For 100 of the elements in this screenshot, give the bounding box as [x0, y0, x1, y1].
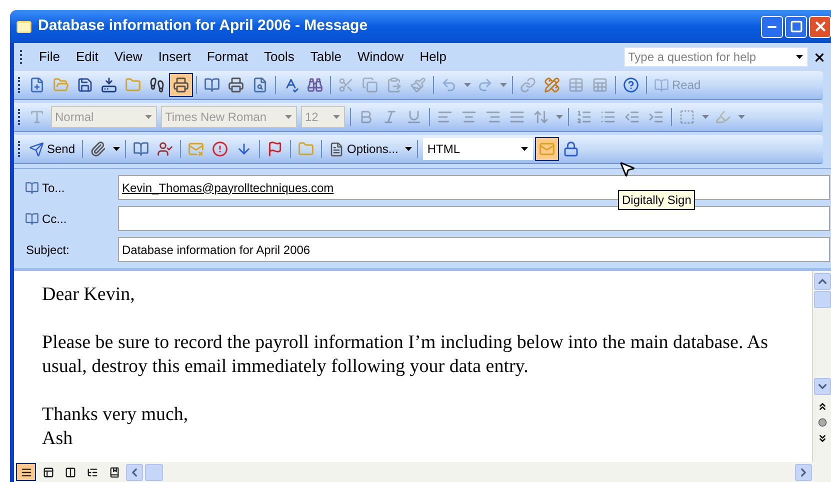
menu-item[interactable]: Format — [198, 47, 256, 67]
menu-item[interactable]: Insert — [150, 47, 199, 67]
scroll-left-button[interactable] — [126, 464, 143, 480]
decrease-indent-icon — [624, 109, 640, 125]
dropdown-field[interactable]: HTML — [423, 138, 534, 160]
close-icon[interactable] — [813, 50, 826, 64]
field-label: Subject: — [25, 242, 70, 256]
styles-icon — [29, 109, 45, 125]
research-icon — [307, 77, 323, 93]
highlight-icon — [715, 109, 731, 125]
dropdown-arrow-icon — [404, 147, 412, 151]
browse-object-icon[interactable] — [818, 418, 826, 427]
options-icon — [329, 142, 344, 156]
menu-item[interactable]: Help — [412, 47, 454, 67]
spreadsheet-icon — [592, 77, 608, 93]
scroll-up-button[interactable] — [814, 273, 830, 290]
toolbar-grip-icon[interactable] — [18, 109, 21, 125]
printer-icon — [228, 77, 244, 93]
draw-table-icon — [544, 77, 560, 93]
underline-icon — [406, 109, 422, 125]
border-icon — [679, 109, 695, 125]
outline-view-icon — [86, 466, 98, 478]
scroll-right-button[interactable] — [795, 464, 812, 480]
scroll-thumb[interactable] — [145, 464, 163, 480]
dropdown-arrow-icon — [464, 83, 470, 87]
input-field[interactable] — [118, 206, 830, 231]
hyperlink-icon — [520, 77, 536, 93]
reading-layout-icon — [108, 466, 120, 478]
message-text: Please be sure to record the payroll information I’m including below into the main database. As usual, destroy this email immediately following your data entry. — [42, 331, 770, 379]
web-layout-icon — [42, 466, 54, 478]
input-field[interactable]: Database information for April 2006 — [118, 237, 830, 262]
numbering-icon — [576, 109, 592, 125]
toolbar-button[interactable] — [535, 137, 560, 161]
window-title: Database information for April 2006 - Message — [38, 16, 368, 36]
address-button[interactable]: To... — [22, 176, 112, 198]
align-center-icon — [461, 109, 477, 125]
previous-object-icon[interactable] — [816, 401, 828, 412]
print-preview-icon — [252, 77, 268, 93]
toolbar-grip-icon[interactable] — [18, 77, 21, 93]
address-book-icon — [133, 141, 150, 157]
menu-item[interactable]: File — [31, 47, 68, 67]
toolbar-button[interactable]: Options... — [325, 137, 402, 161]
open-folder-icon — [53, 77, 69, 93]
menu-item[interactable]: View — [106, 47, 150, 67]
line-spacing-icon — [533, 109, 549, 125]
align-left-icon — [437, 109, 453, 125]
mouse-pointer-icon — [618, 160, 636, 178]
help-icon — [623, 77, 639, 93]
dropdown-arrow-icon[interactable] — [796, 55, 803, 59]
book-icon — [654, 78, 669, 92]
maximize-icon — [790, 20, 802, 33]
align-right-icon — [485, 109, 501, 125]
vertical-scrollbar[interactable] — [812, 271, 831, 462]
address-book-icon — [25, 212, 39, 226]
minimize-button[interactable] — [761, 16, 783, 38]
dropdown-arrow-icon[interactable] — [521, 147, 528, 151]
bullets-icon — [600, 109, 616, 125]
envelope-lock-icon — [563, 141, 580, 157]
disk-arrow-icon — [101, 77, 117, 93]
menu-item[interactable]: Tools — [256, 47, 302, 67]
toolbar-button[interactable]: Send — [25, 137, 80, 161]
address-button[interactable]: Cc... — [22, 208, 112, 230]
close-button[interactable] — [809, 16, 831, 38]
dropdown-arrow-icon — [738, 115, 744, 119]
menu-grip-icon[interactable] — [20, 50, 23, 64]
format-painter-icon — [410, 77, 426, 93]
help-search-field[interactable]: Type a question for help — [624, 47, 808, 67]
view-button[interactable] — [16, 463, 36, 481]
check-names-icon — [157, 141, 174, 157]
scroll-thumb[interactable] — [814, 291, 830, 308]
message-text: Thanks very much, — [42, 403, 190, 427]
printer-icon — [173, 77, 189, 93]
normal-view-icon — [20, 466, 32, 478]
close-icon — [812, 19, 828, 34]
scroll-down-button[interactable] — [814, 378, 830, 395]
copy-icon — [362, 77, 378, 93]
menu-item[interactable]: Window — [349, 47, 412, 67]
menu-item[interactable]: Edit — [68, 47, 106, 67]
envelope-ribbon-icon — [539, 141, 556, 157]
message-text: Ash — [42, 427, 74, 451]
address-book-icon — [25, 180, 39, 194]
envelope-no-entry-icon — [188, 141, 204, 157]
toolbar-grip-icon[interactable] — [18, 141, 21, 157]
toolbar-button[interactable] — [169, 73, 193, 97]
envelope-icon — [16, 18, 32, 34]
cut-icon — [338, 77, 354, 93]
dropdown-arrow-icon — [112, 147, 120, 151]
justify-icon — [509, 109, 525, 125]
folder-icon — [298, 141, 314, 157]
maximize-button[interactable] — [785, 16, 807, 38]
message-text: Dear Kevin, — [42, 283, 136, 307]
italic-icon — [382, 109, 398, 125]
menu-item[interactable]: Table — [302, 47, 350, 67]
paste-icon — [386, 77, 402, 93]
dropdown-arrow-icon — [702, 115, 708, 119]
print-layout-icon — [64, 466, 76, 478]
flag-icon — [267, 141, 284, 157]
next-object-icon[interactable] — [816, 433, 828, 444]
footprints-icon — [149, 77, 165, 93]
tooltip: Digitally Sign — [618, 190, 696, 210]
